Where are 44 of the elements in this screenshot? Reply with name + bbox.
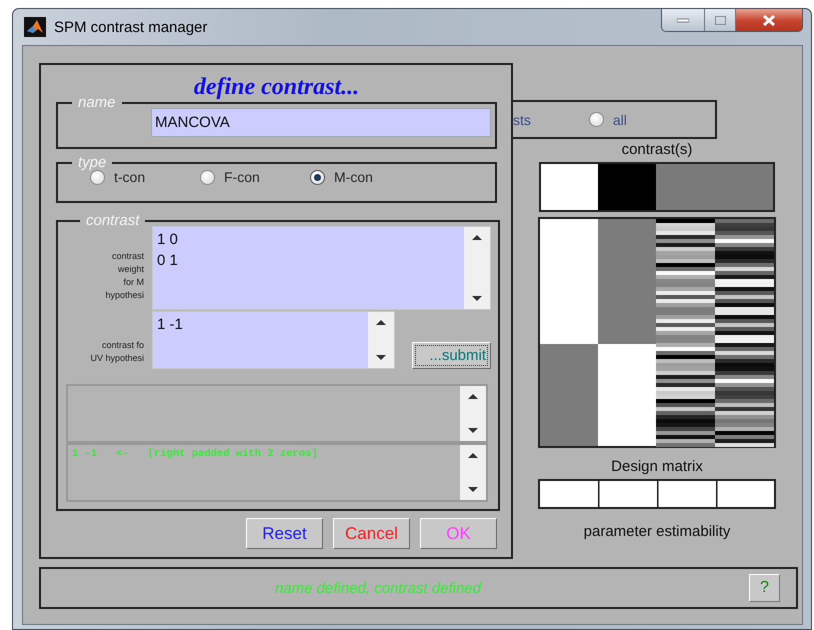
window-title: SPM contrast manager (54, 18, 208, 36)
minimize-button[interactable] (662, 9, 705, 31)
scrollbar[interactable] (460, 445, 486, 500)
scroll-down-button[interactable] (376, 355, 386, 360)
status-message: name defined, contrast defined (275, 580, 481, 596)
scroll-down-button[interactable] (468, 487, 478, 492)
close-button[interactable] (736, 9, 802, 31)
close-icon (762, 14, 776, 26)
uv-contrast-field[interactable]: 1 -1 (152, 311, 395, 369)
scroll-down-button[interactable] (472, 296, 482, 301)
dialog-button[interactable]: Reset (246, 518, 323, 549)
scrollbar[interactable] (464, 227, 490, 309)
scroll-down-button[interactable] (468, 428, 478, 433)
contrast-label: contrast(s) (620, 141, 694, 158)
scroll-up-button[interactable] (376, 320, 386, 325)
radio-label[interactable]: all (612, 112, 627, 128)
output-text: 1 -1 <- [right padded with 2 zeros] (71, 447, 319, 462)
weights-field[interactable]: 1 0 0 1 (152, 226, 491, 310)
option-label: sts (513, 112, 531, 128)
radio-label[interactable]: t-con (114, 169, 146, 185)
maximize-button[interactable] (705, 9, 736, 31)
group-legend: type (72, 157, 112, 169)
scroll-up-button[interactable] (472, 235, 482, 240)
minimize-icon (677, 18, 689, 22)
group-legend: name (72, 97, 122, 109)
dialog-heading: define contrast... (194, 75, 360, 99)
radio-label[interactable]: M-con (334, 169, 373, 185)
app-logo-icon (24, 17, 46, 37)
weights-label: contrast weight for M hypothesi (104, 250, 144, 302)
radio-button[interactable] (310, 170, 325, 184)
radio-button[interactable] (90, 170, 105, 184)
name-field[interactable]: MANCOVA (151, 108, 491, 137)
radio-label[interactable]: F-con (224, 169, 260, 185)
maximize-icon (714, 16, 726, 24)
uv-contrast-label: contrast fo UV hypothesi (89, 339, 144, 365)
radio-button[interactable] (200, 170, 215, 184)
scroll-up-button[interactable] (468, 394, 478, 399)
scroll-up-button[interactable] (468, 453, 478, 458)
scrollbar[interactable] (460, 386, 486, 441)
group-legend: contrast (80, 215, 146, 227)
design-matrix-label: Design matrix (610, 458, 704, 475)
estimability-label: parameter estimability (582, 523, 732, 540)
radio-button[interactable] (588, 112, 604, 127)
scrollbar[interactable] (368, 312, 394, 368)
